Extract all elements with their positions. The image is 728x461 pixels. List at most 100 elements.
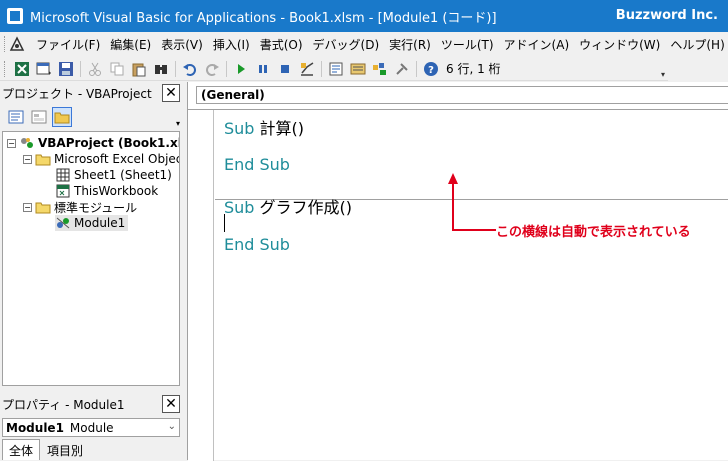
folder-open-icon xyxy=(35,152,51,166)
project-pane-close-icon[interactable]: ✕ xyxy=(162,84,180,102)
menu-tools[interactable]: ツール(T) xyxy=(436,36,499,53)
break-icon[interactable] xyxy=(253,59,273,79)
toolbar-separator xyxy=(80,60,81,77)
object-select-type: Module xyxy=(69,420,114,435)
object-select[interactable]: Module1 Module ⌄ xyxy=(2,418,180,437)
toolbar-grip[interactable] xyxy=(4,60,7,77)
menu-debug[interactable]: デバッグ(D) xyxy=(308,36,385,53)
title-bar: Microsoft Visual Basic for Applications … xyxy=(0,0,728,32)
text-caret xyxy=(224,214,225,232)
properties-icon[interactable] xyxy=(348,59,368,79)
toolbar-overflow-icon[interactable]: ▾ xyxy=(658,59,668,79)
object-select-name: Module1 xyxy=(6,420,64,435)
properties-pane-header: プロパティ - Module1 ✕ xyxy=(0,393,182,415)
menubar-grip[interactable] xyxy=(4,36,5,52)
view-code-icon[interactable] xyxy=(6,107,26,127)
toolbar-separator xyxy=(175,60,176,77)
code-line-sub2[interactable]: Sub グラフ作成() xyxy=(224,194,352,218)
tree-thisworkbook-label: ThisWorkbook xyxy=(74,184,159,198)
menu-insert[interactable]: 挿入(I) xyxy=(208,36,255,53)
tab-alphabetic[interactable]: 全体 xyxy=(2,439,41,460)
code-line-end1[interactable]: End Sub xyxy=(224,155,290,174)
redo-icon[interactable] xyxy=(202,59,222,79)
tree-node-sheet1[interactable]: Sheet1 (Sheet1) xyxy=(55,167,172,183)
properties-tabs: 全体 項目別 xyxy=(2,439,180,460)
properties-pane-close-icon[interactable]: ✕ xyxy=(162,395,180,413)
toggle-folders-icon[interactable] xyxy=(52,107,72,127)
help-icon[interactable]: ? xyxy=(421,59,441,79)
window-title: Microsoft Visual Basic for Applications … xyxy=(30,10,497,26)
project-explorer-icon[interactable] xyxy=(326,59,346,79)
project-pane-toolbar: ▾ xyxy=(0,104,182,130)
annotation-arrow xyxy=(448,173,496,231)
project-tree: − VBAProject (Book1.xlsm) − Microsoft Ex… xyxy=(2,131,180,386)
tab-categorized[interactable]: 項目別 xyxy=(40,439,91,460)
tree-module1-label: Module1 xyxy=(74,216,126,230)
keyword-sub: Sub xyxy=(224,198,255,217)
procedure-name: グラフ作成() xyxy=(254,198,353,217)
find-icon[interactable] xyxy=(151,59,171,79)
tree-node-root[interactable]: − VBAProject (Book1.xlsm) xyxy=(7,135,179,151)
chevron-down-icon[interactable]: ⌄ xyxy=(168,421,176,432)
workbook-icon xyxy=(55,184,71,198)
cut-icon[interactable] xyxy=(85,59,105,79)
collapse-icon[interactable]: − xyxy=(23,202,32,212)
tree-node-modules[interactable]: − 標準モジュール xyxy=(23,199,137,215)
view-object-icon[interactable] xyxy=(29,107,49,127)
vba-app-icon xyxy=(7,8,23,24)
cursor-position: 6 行, 1 桁 xyxy=(446,62,501,76)
tree-node-thisworkbook[interactable]: ThisWorkbook xyxy=(55,183,158,199)
paste-icon[interactable] xyxy=(129,59,149,79)
object-browser-icon[interactable] xyxy=(370,59,390,79)
toolbar-separator xyxy=(416,60,417,77)
copy-icon[interactable] xyxy=(107,59,127,79)
menu-run[interactable]: 実行(R) xyxy=(384,36,436,53)
excel-icon[interactable] xyxy=(12,59,32,79)
run-icon[interactable] xyxy=(231,59,251,79)
menu-bar: ファイル(F) 編集(E) 表示(V) 挿入(I) 書式(O) デバッグ(D) … xyxy=(0,32,728,56)
menu-addins[interactable]: アドイン(A) xyxy=(499,36,575,53)
save-icon[interactable] xyxy=(56,59,76,79)
code-window: (General) Sub 計算() End Sub Sub グラフ作成() E… xyxy=(187,82,728,461)
tree-sheet1-label: Sheet1 (Sheet1) xyxy=(74,168,172,182)
collapse-icon[interactable]: − xyxy=(23,154,32,164)
insert-userform-icon[interactable] xyxy=(34,59,54,79)
tree-node-excel-objects[interactable]: − Microsoft Excel Objects xyxy=(23,151,180,167)
menu-edit[interactable]: 編集(E) xyxy=(105,36,156,53)
worksheet-icon xyxy=(55,168,71,182)
tree-root-label: VBAProject (Book1.xlsm) xyxy=(38,136,179,150)
object-combo[interactable]: (General) xyxy=(196,86,728,104)
collapse-icon[interactable]: − xyxy=(7,138,16,148)
reset-icon[interactable] xyxy=(275,59,295,79)
code-editor[interactable]: Sub 計算() End Sub Sub グラフ作成() End Sub xyxy=(188,109,728,461)
vba-menu-icon[interactable] xyxy=(9,35,25,53)
project-pane-title: プロジェクト - VBAProject xyxy=(2,86,152,101)
tree-node-module1[interactable]: Module1 xyxy=(55,215,129,231)
undo-icon[interactable] xyxy=(180,59,200,79)
properties-pane-title: プロパティ - Module1 xyxy=(2,397,125,412)
menu-view[interactable]: 表示(V) xyxy=(156,36,208,53)
menu-help[interactable]: ヘルプ(H) xyxy=(665,36,728,53)
module-icon xyxy=(55,216,71,230)
tree-excel-objects-label: Microsoft Excel Objects xyxy=(54,152,180,166)
menu-window[interactable]: ウィンドウ(W) xyxy=(574,36,665,53)
folder-open-icon xyxy=(35,200,51,214)
toolbar-separator xyxy=(321,60,322,77)
toolbox-icon[interactable] xyxy=(392,59,412,79)
menu-file[interactable]: ファイル(F) xyxy=(31,36,105,53)
procedure-name: 計算() xyxy=(254,119,305,138)
standard-toolbar: ? 6 行, 1 桁 ▾ xyxy=(0,57,668,81)
project-toolbar-overflow-icon[interactable]: ▾ xyxy=(176,119,180,128)
vbaproject-icon xyxy=(19,136,35,150)
margin-indicator-bar[interactable] xyxy=(188,110,214,461)
tree-modules-label: 標準モジュール xyxy=(54,200,138,215)
annotation-text: この横線は自動で表示されている xyxy=(496,225,691,240)
code-line-end2[interactable]: End Sub xyxy=(224,235,290,254)
toolbar-separator xyxy=(226,60,227,77)
project-pane-header: プロジェクト - VBAProject ✕ xyxy=(0,82,182,104)
design-mode-icon[interactable] xyxy=(297,59,317,79)
code-line-sub1[interactable]: Sub 計算() xyxy=(224,115,304,139)
menu-format[interactable]: 書式(O) xyxy=(255,36,308,53)
brand-label: Buzzword Inc. xyxy=(615,8,718,23)
svg-text:?: ? xyxy=(428,65,434,76)
